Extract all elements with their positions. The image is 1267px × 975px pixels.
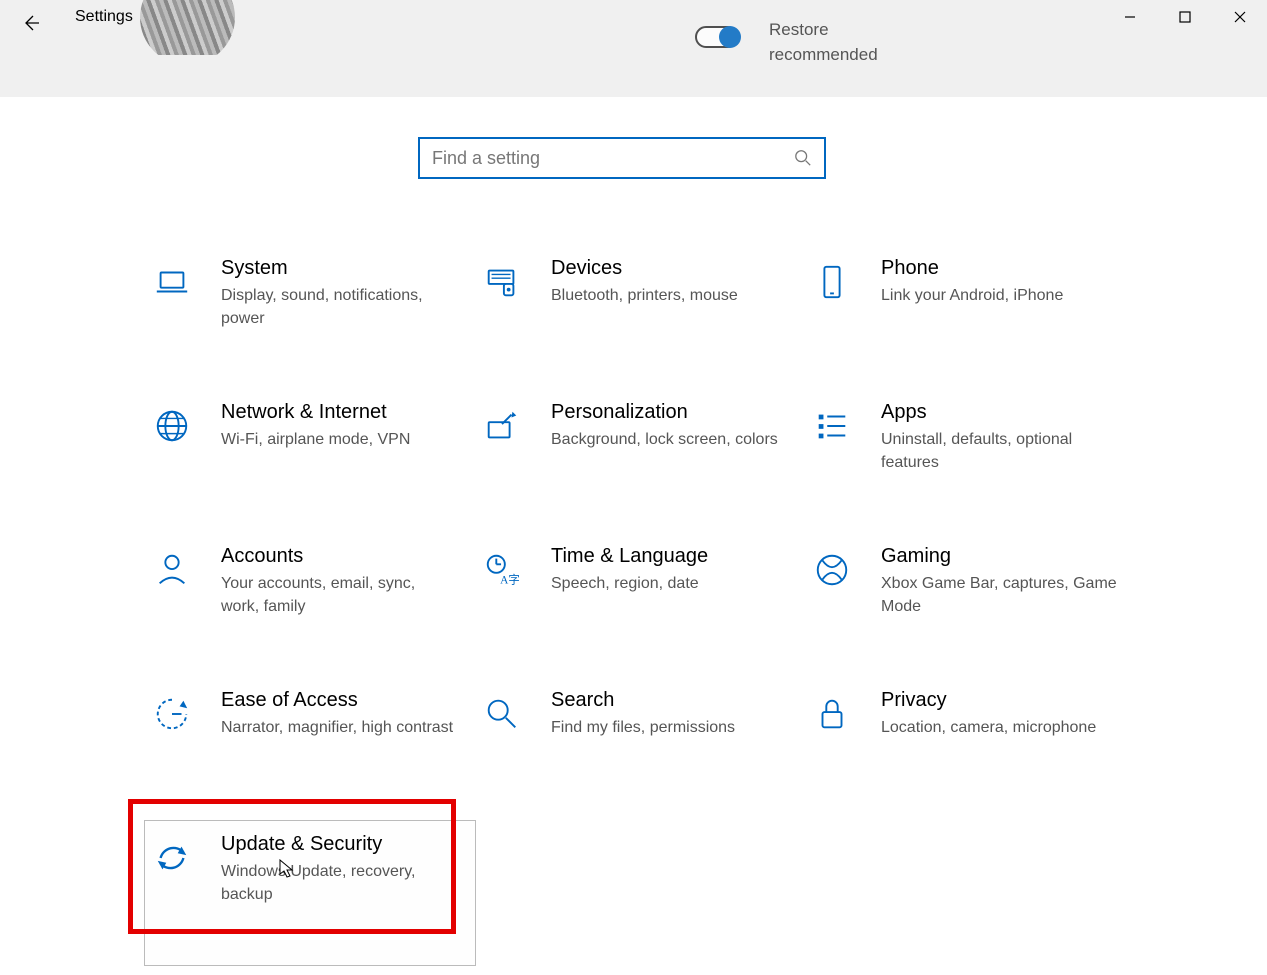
titlebar: Settings Restore recommended [0,0,1267,97]
lock-icon [811,693,853,735]
tile-desc: Speech, region, date [551,572,787,595]
tile-network[interactable]: Network & Internet Wi-Fi, airplane mode,… [145,389,475,533]
maximize-icon [1179,11,1191,23]
minimize-icon [1124,11,1136,23]
restore-label: Restore recommended [769,18,878,67]
tile-label: Network & Internet [221,401,457,424]
search-icon [794,149,812,167]
tile-system[interactable]: System Display, sound, notifications, po… [145,245,475,389]
magnifier-icon [481,693,523,735]
user-avatar[interactable] [140,0,235,55]
tile-ease[interactable]: Ease of Access Narrator, magnifier, high… [145,677,475,821]
list-icon [811,405,853,447]
person-icon [151,549,193,591]
search-input[interactable] [432,148,794,169]
laptop-icon [151,261,193,303]
close-button[interactable] [1212,0,1267,34]
tile-accounts[interactable]: Accounts Your accounts, email, sync, wor… [145,533,475,677]
xbox-icon [811,549,853,591]
tile-phone[interactable]: Phone Link your Android, iPhone [805,245,1135,389]
globe-icon [151,405,193,447]
tile-desc: Location, camera, microphone [881,716,1117,739]
ease-of-access-icon [151,693,193,735]
tile-desc: Wi-Fi, airplane mode, VPN [221,428,457,451]
tile-desc: Find my files, permissions [551,716,787,739]
tile-label: Privacy [881,689,1117,712]
tile-label: Accounts [221,545,457,568]
tile-gaming[interactable]: Gaming Xbox Game Bar, captures, Game Mod… [805,533,1135,677]
tile-label: Ease of Access [221,689,457,712]
time-language-icon: A字 [481,549,523,591]
maximize-button[interactable] [1157,0,1212,34]
back-button[interactable] [18,10,44,36]
tile-personalization[interactable]: Personalization Background, lock screen,… [475,389,805,533]
tile-time[interactable]: A字 Time & Language Speech, region, date [475,533,805,677]
minimize-button[interactable] [1102,0,1157,34]
tile-label: Update & Security [221,833,457,856]
settings-content: System Display, sound, notifications, po… [0,97,1267,975]
sync-icon [151,837,193,879]
tile-desc: Uninstall, defaults, optional features [881,428,1117,474]
tile-label: Personalization [551,401,787,424]
svg-text:A字: A字 [500,572,520,586]
tile-desc: Windows Update, recovery, backup [221,860,457,906]
paint-icon [481,405,523,447]
tile-label: Devices [551,257,787,280]
tile-desc: Display, sound, notifications, power [221,284,457,330]
window-controls [1102,0,1267,34]
tile-update[interactable]: Update & Security Windows Update, recove… [145,821,475,965]
tile-desc: Narrator, magnifier, high contrast [221,716,457,739]
arrow-left-icon [21,13,41,33]
restore-recommended-row: Restore recommended [695,18,878,67]
tile-label: Apps [881,401,1117,424]
tile-desc: Your accounts, email, sync, work, family [221,572,457,618]
tile-desc: Link your Android, iPhone [881,284,1117,307]
tile-label: Search [551,689,787,712]
window-title: Settings [75,8,133,26]
tile-desc: Bluetooth, printers, mouse [551,284,787,307]
phone-icon [811,261,853,303]
tile-desc: Xbox Game Bar, captures, Game Mode [881,572,1117,618]
tile-label: Gaming [881,545,1117,568]
tile-apps[interactable]: Apps Uninstall, defaults, optional featu… [805,389,1135,533]
tile-label: System [221,257,457,280]
tile-desc: Background, lock screen, colors [551,428,787,451]
tile-label: Phone [881,257,1117,280]
keyboard-icon [481,261,523,303]
tile-privacy[interactable]: Privacy Location, camera, microphone [805,677,1135,821]
tile-label: Time & Language [551,545,787,568]
search-box[interactable] [418,137,826,179]
tile-devices[interactable]: Devices Bluetooth, printers, mouse [475,245,805,389]
settings-grid: System Display, sound, notifications, po… [145,245,1145,965]
restore-toggle[interactable] [695,26,739,48]
close-icon [1234,11,1246,23]
tile-search[interactable]: Search Find my files, permissions [475,677,805,821]
